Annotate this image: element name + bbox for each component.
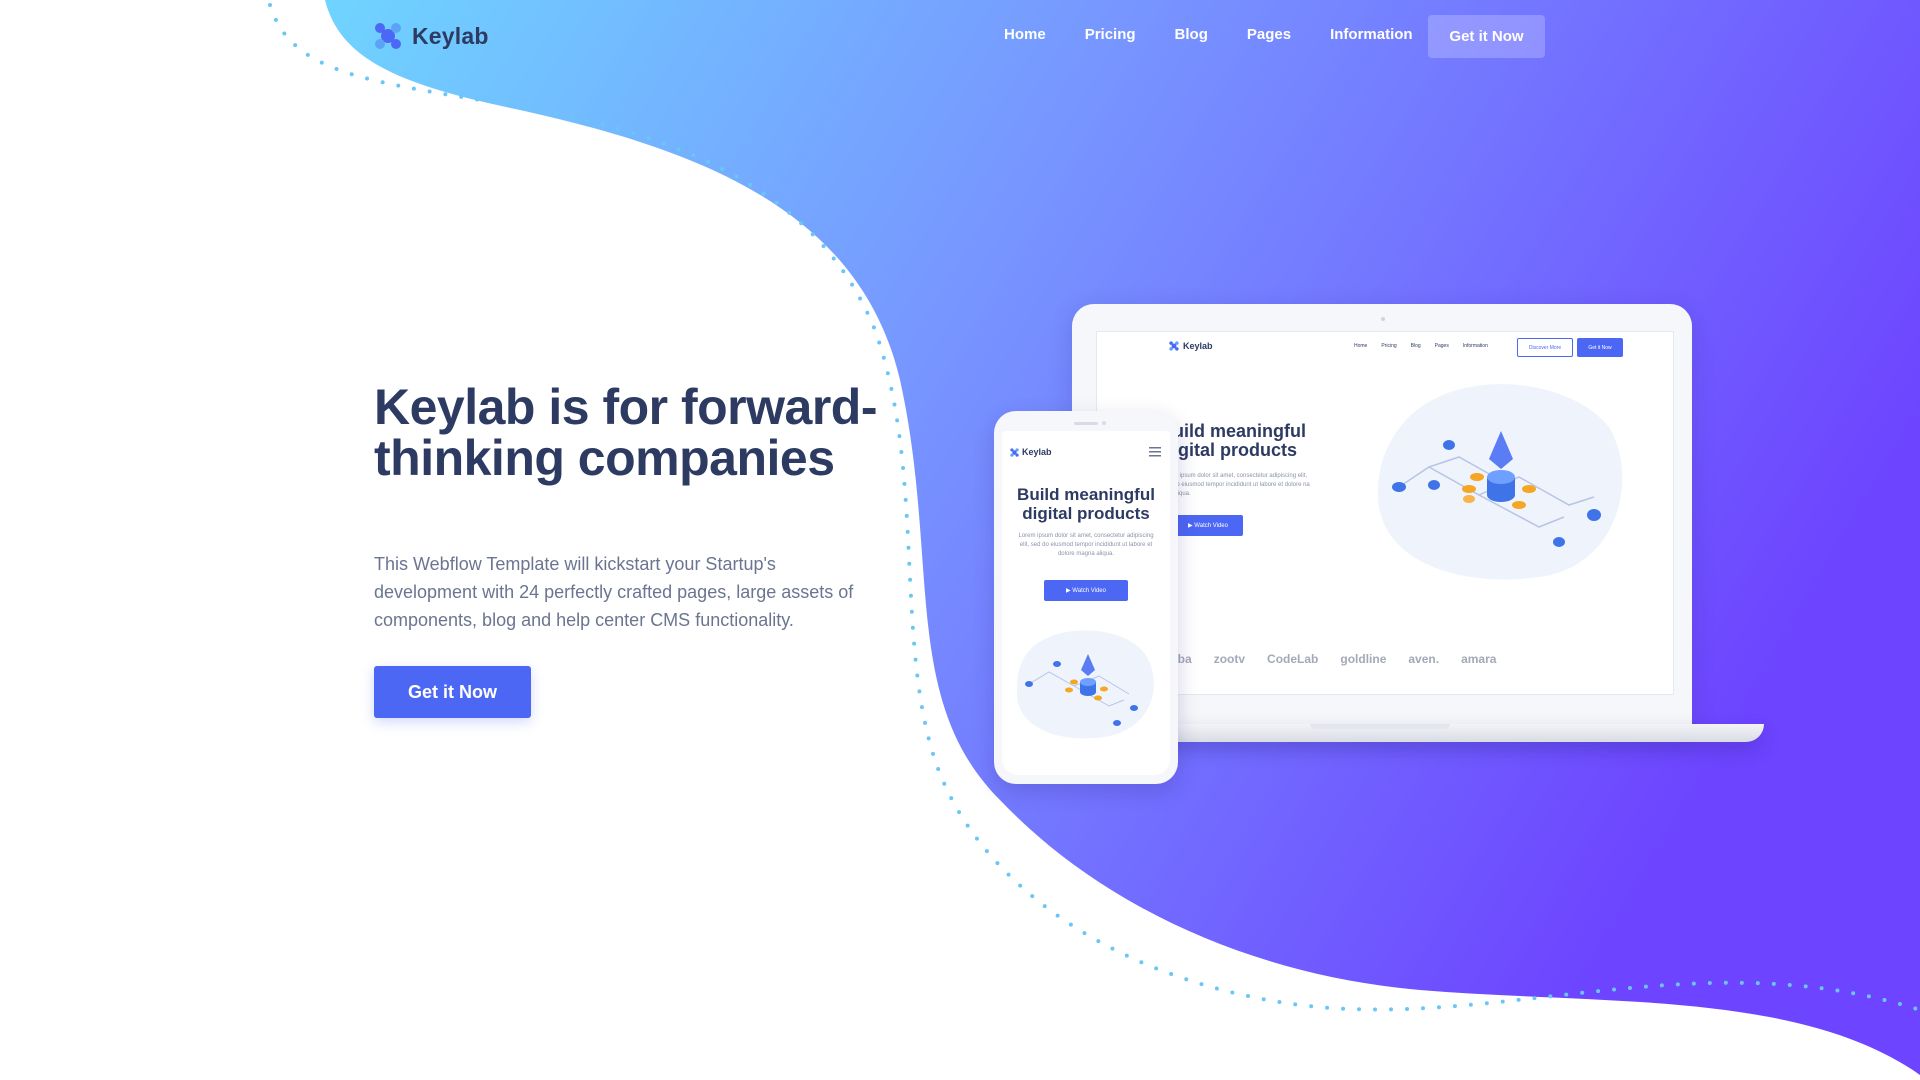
phone-brand: Keylab <box>1010 447 1052 457</box>
preview-logo: aven. <box>1408 652 1440 666</box>
laptop-camera <box>1381 317 1385 321</box>
phone-mockup: Keylab Build meaningful digital products… <box>994 411 1178 784</box>
phone-title: Build meaningful digital products <box>1017 485 1155 523</box>
puzzle-logo-icon <box>1169 341 1179 351</box>
preview-title: uild meaningful igital products <box>1173 421 1306 460</box>
preview-logo: zootv <box>1213 652 1246 666</box>
nav-item-information[interactable]: Information <box>1330 26 1413 43</box>
brand-name: Keylab <box>412 22 489 49</box>
phone-screen: Keylab Build meaningful digital products… <box>1002 431 1170 775</box>
phone-watch-video-button: ▶ Watch Video <box>1044 580 1128 601</box>
preview-menu-item: Information <box>1462 343 1488 349</box>
hero-get-it-now-button[interactable]: Get it Now <box>374 666 531 718</box>
phone-brand-name: Keylab <box>1022 447 1052 457</box>
preview-menu-item: Blog <box>1410 343 1421 349</box>
phone-camera <box>1102 421 1106 425</box>
phone-text: Lorem ipsum dolor sit amet, consectetur … <box>1018 533 1154 557</box>
puzzle-logo-icon <box>375 23 401 49</box>
phone-speaker <box>1074 422 1098 425</box>
preview-text: m ipsum dolor sit amet, consectetur adip… <box>1173 473 1310 497</box>
preview-discover-button: Discover More <box>1517 338 1573 357</box>
main-menu: Home Pricing Blog Pages Information <box>1004 26 1413 43</box>
brand-logo[interactable]: Keylab <box>374 22 489 50</box>
preview-watch-label: Watch Video <box>1194 522 1228 529</box>
preview-menu: Home Pricing Blog Pages Information <box>1354 343 1502 349</box>
nav-item-pricing[interactable]: Pricing <box>1085 26 1136 43</box>
preview-watch-video-button: ▶ Watch Video <box>1173 515 1243 536</box>
preview-logo: amara <box>1461 652 1497 666</box>
top-navigation: Keylab Home Pricing Blog Pages Informati… <box>0 0 1920 74</box>
preview-menu-item: Pages <box>1434 343 1449 349</box>
preview-client-logos: kanba zootv CodeLab goldline aven. amara <box>1157 652 1518 666</box>
preview-brand-name: Keylab <box>1183 341 1213 351</box>
preview-logo: CodeLab <box>1267 652 1319 666</box>
hero-title: Keylab is for forward-thinking companies <box>374 379 878 486</box>
isometric-illustration <box>1378 384 1623 580</box>
preview-menu-item: Pricing <box>1381 343 1397 349</box>
phone-watch-label: Watch Video <box>1072 587 1106 594</box>
preview-brand: Keylab <box>1169 341 1213 351</box>
laptop-notch <box>1310 724 1450 729</box>
nav-item-pages[interactable]: Pages <box>1247 26 1291 43</box>
preview-logo: goldline <box>1340 652 1387 666</box>
nav-item-home[interactable]: Home <box>1004 26 1046 43</box>
hero-subtitle: This Webflow Template will kickstart you… <box>374 554 854 630</box>
preview-menu-item: Home <box>1354 343 1368 349</box>
laptop-screen: Keylab Home Pricing Blog Pages Informati… <box>1096 331 1674 695</box>
isometric-illustration <box>1016 630 1154 739</box>
preview-get-it-now-button: Get it Now <box>1577 338 1623 357</box>
nav-get-it-now-button[interactable]: Get it Now <box>1428 15 1545 58</box>
nav-item-blog[interactable]: Blog <box>1175 26 1208 43</box>
hamburger-icon <box>1149 447 1161 457</box>
puzzle-logo-icon <box>1010 447 1019 457</box>
